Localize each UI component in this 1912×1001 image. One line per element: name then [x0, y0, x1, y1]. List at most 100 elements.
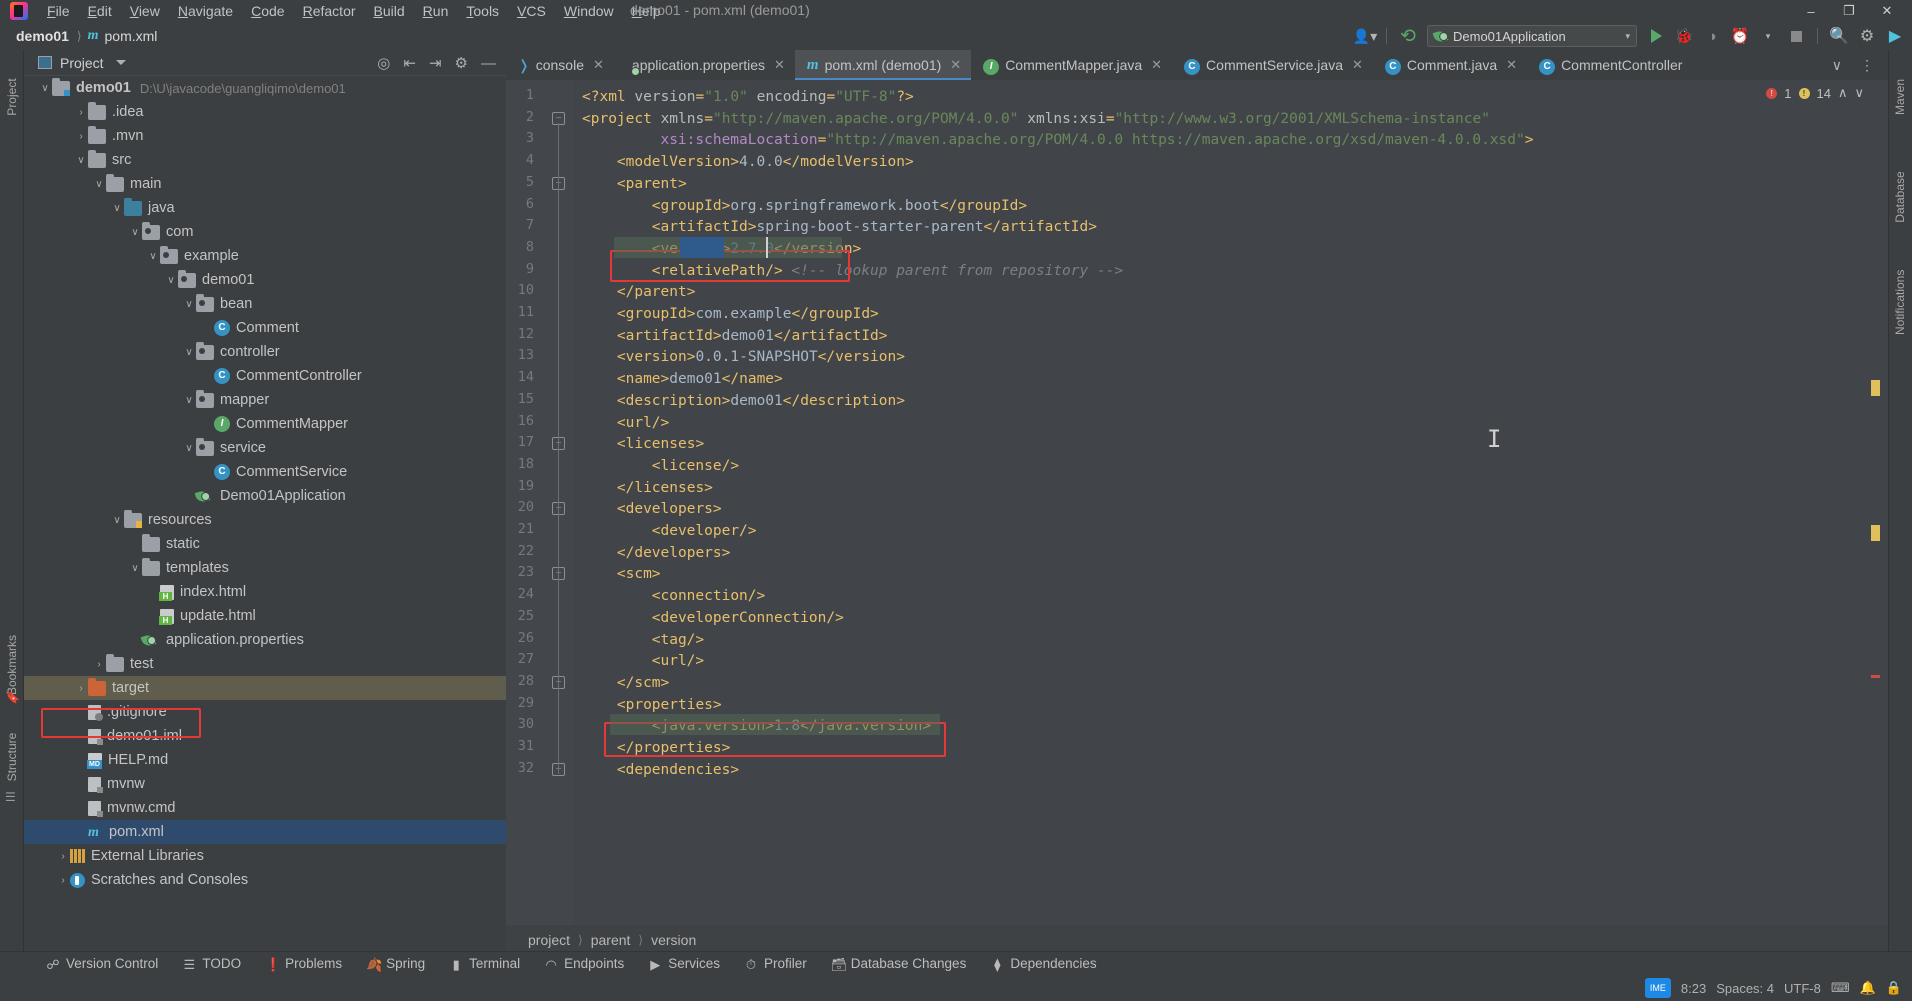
menu-tools[interactable]: Tools [457, 3, 508, 19]
tree-item-target[interactable]: ›target [24, 676, 506, 700]
menu-view[interactable]: View [121, 3, 169, 19]
tool-window-notifications[interactable]: Notifications [1893, 279, 1907, 335]
tree-item-commentservice[interactable]: CCommentService [24, 460, 506, 484]
code-line[interactable]: <version>0.0.1-SNAPSHOT</version> [617, 347, 905, 369]
tree-item-external-libraries[interactable]: ›External Libraries [24, 844, 506, 868]
tree-item-test[interactable]: ›test [24, 652, 506, 676]
tree-item-application-properties[interactable]: application.properties [24, 628, 506, 652]
close-tab-icon[interactable]: ✕ [1352, 57, 1363, 73]
tree-item--mvn[interactable]: ›.mvn [24, 124, 506, 148]
locate-icon[interactable]: ◎ [377, 54, 390, 72]
code-line[interactable]: <license/> [652, 456, 739, 478]
tree-item-static[interactable]: static [24, 532, 506, 556]
collapse-all-icon[interactable]: ⇥ [429, 54, 442, 72]
code-line[interactable]: </scm> [617, 673, 669, 695]
menu-run[interactable]: Run [414, 3, 458, 19]
run-configuration-selector[interactable]: Demo01Application ▾ [1427, 25, 1637, 47]
code-line[interactable]: <connection/> [652, 586, 766, 608]
updates-icon[interactable]: ▶ [1882, 24, 1908, 48]
tree-item-templates[interactable]: ∨templates [24, 556, 506, 580]
menu-navigate[interactable]: Navigate [169, 3, 242, 19]
tree-item-resources[interactable]: ∨resources [24, 508, 506, 532]
run-with-coverage-icon[interactable]: ◑ [1699, 24, 1725, 48]
tree-item-mapper[interactable]: ∨mapper [24, 388, 506, 412]
menu-vcs[interactable]: VCS [508, 3, 555, 19]
next-problem-icon[interactable]: ∨ [1854, 85, 1864, 101]
code-line[interactable]: <properties> [617, 695, 722, 717]
bottom-tool-database-changes[interactable]: 🗃Database Changes [819, 956, 979, 971]
keyboard-icon[interactable]: ⌨ [1831, 980, 1850, 996]
tree-item-comment[interactable]: CComment [24, 316, 506, 340]
chevron-down-icon[interactable]: ∨ [146, 251, 160, 262]
tree-item--gitignore[interactable]: .gitignore [24, 700, 506, 724]
code-line[interactable]: <tag/> [652, 630, 704, 652]
menu-edit[interactable]: Edit [79, 3, 121, 19]
code-line[interactable]: <?xml version="1.0" encoding="UTF-8"?> [582, 87, 914, 109]
bottom-tool-problems[interactable]: ❗Problems [253, 956, 354, 971]
maximize-button[interactable]: ❐ [1830, 0, 1868, 22]
code-line[interactable]: <artifactId>demo01</artifactId> [617, 326, 888, 348]
code-line[interactable]: <parent> [617, 174, 687, 196]
bottom-tool-profiler[interactable]: ⏱Profiler [732, 956, 819, 971]
code-line[interactable]: </licenses> [617, 478, 713, 500]
code-line[interactable]: <developerConnection/> [652, 608, 844, 630]
tree-item-help-md[interactable]: HELP.md [24, 748, 506, 772]
tool-window-structure[interactable]: Structure [5, 729, 19, 785]
lock-icon[interactable]: 🔒 [1886, 980, 1902, 996]
code-line[interactable]: <developers> [617, 499, 722, 521]
bottom-tool-version-control[interactable]: ☍Version Control [34, 956, 170, 971]
code-line[interactable]: <relativePath/> <!-- lookup parent from … [652, 261, 1123, 283]
editor-tab-commentcontroller[interactable]: CCommentController [1527, 50, 1692, 80]
prev-problem-icon[interactable]: ∧ [1838, 85, 1848, 101]
tree-item-bean[interactable]: ∨bean [24, 292, 506, 316]
settings-icon[interactable]: ⚙ [455, 54, 468, 72]
bottom-tool-bar[interactable]: ☍Version Control☰TODO❗Problems🍂Spring▮Te… [0, 951, 1912, 975]
menu-code[interactable]: Code [242, 3, 293, 19]
indent-indicator[interactable]: Spaces: 4 [1716, 981, 1774, 996]
close-tab-icon[interactable]: ✕ [1506, 57, 1517, 73]
notification-icon[interactable]: 🔔 [1860, 980, 1876, 996]
hide-panel-icon[interactable]: — [481, 55, 496, 72]
menu-window[interactable]: Window [555, 3, 623, 19]
stop-icon[interactable] [1783, 24, 1809, 48]
minimize-button[interactable]: – [1792, 0, 1830, 22]
editor-tabs[interactable]: ❭console✕application.properties✕mpom.xml… [506, 50, 1888, 80]
chevron-right-icon[interactable]: › [74, 683, 88, 694]
chevron-right-icon[interactable]: › [56, 875, 70, 886]
code-editor[interactable]: 12−345−67891011121314151617−181920−21222… [506, 80, 1888, 925]
editor-tab-application-properties[interactable]: application.properties✕ [614, 50, 795, 80]
code-line[interactable]: </developers> [617, 543, 731, 565]
tree-item-src[interactable]: ∨src [24, 148, 506, 172]
tab-menu-icon[interactable]: ⋮ [1852, 57, 1882, 74]
breadcrumb-parent-tag[interactable]: parent [591, 932, 631, 948]
chevron-right-icon[interactable]: › [74, 107, 88, 118]
bottom-tool-endpoints[interactable]: ◠Endpoints [532, 956, 636, 971]
bottom-tool-services[interactable]: ▶Services [636, 956, 732, 971]
code-line[interactable]: <url/> [617, 413, 669, 435]
tree-item-index-html[interactable]: index.html [24, 580, 506, 604]
code-line[interactable]: <artifactId>spring-boot-starter-parent</… [652, 217, 1097, 239]
bottom-tool-dependencies[interactable]: ⧫Dependencies [978, 956, 1108, 971]
code-line[interactable]: <modelVersion>4.0.0</modelVersion> [617, 152, 914, 174]
code-line[interactable]: <project xmlns="http://maven.apache.org/… [582, 109, 1490, 131]
chevron-right-icon[interactable]: › [56, 851, 70, 862]
code-line[interactable]: <description>demo01</description> [617, 391, 905, 413]
encoding-indicator[interactable]: UTF-8 [1784, 981, 1821, 996]
code-line[interactable]: <name>demo01</name> [617, 369, 783, 391]
editor-tab-commentmapper-java[interactable]: ICommentMapper.java✕ [971, 50, 1172, 80]
chevron-right-icon[interactable]: › [92, 659, 106, 670]
tree-item-controller[interactable]: ∨controller [24, 340, 506, 364]
code-line[interactable]: <licenses> [617, 434, 704, 456]
tool-window-project[interactable]: Project [5, 69, 19, 125]
tree-item-example[interactable]: ∨example [24, 244, 506, 268]
tool-window-database[interactable]: Database [1893, 169, 1907, 225]
close-tab-icon[interactable]: ✕ [950, 57, 961, 73]
chevron-down-icon[interactable]: ∨ [74, 155, 88, 166]
tree-item-commentcontroller[interactable]: CCommentController [24, 364, 506, 388]
build-hammer-icon[interactable]: ⟲ [1395, 24, 1421, 48]
inspection-widget[interactable]: ! 1 ! 14 ∧ ∨ [1654, 80, 1864, 106]
editor-tab-pom-xml-demo01-[interactable]: mpom.xml (demo01)✕ [795, 50, 971, 80]
close-tab-icon[interactable]: ✕ [774, 57, 785, 73]
chevron-down-icon[interactable]: ∨ [128, 563, 142, 574]
chevron-down-icon[interactable] [116, 60, 126, 65]
